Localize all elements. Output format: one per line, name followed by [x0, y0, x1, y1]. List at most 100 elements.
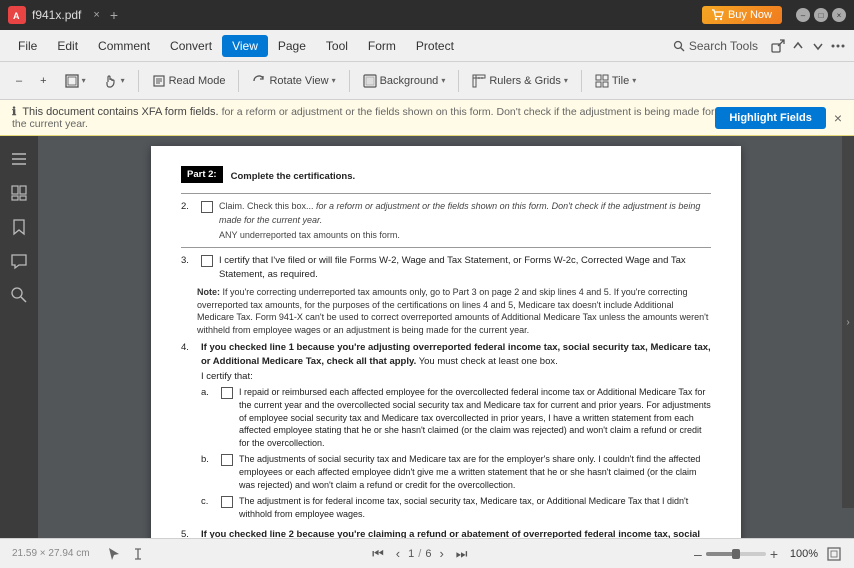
add-tab-button[interactable]: +: [110, 7, 118, 23]
item-3-num: 3.: [181, 254, 195, 267]
highlight-fields-button[interactable]: Highlight Fields: [715, 107, 826, 129]
pdf-page: Part 2: Complete the certifications. 2. …: [151, 146, 741, 538]
menu-bar: File Edit Comment Convert View Page Tool…: [0, 30, 854, 62]
menu-comment[interactable]: Comment: [88, 35, 160, 57]
rotate-view-button[interactable]: Rotate View ▾: [244, 69, 343, 93]
menu-convert[interactable]: Convert: [160, 35, 222, 57]
bottom-bar: 21.59 × 27.94 cm ⏮ ‹ 1 / 6 › ⏭ – + 100%: [0, 538, 854, 568]
item-2-content: Claim. Check this box... for a reform or…: [219, 200, 711, 241]
sidebar-icon-nav[interactable]: [4, 144, 34, 174]
menu-protect[interactable]: Protect: [406, 35, 464, 57]
last-page-button[interactable]: ⏭: [452, 544, 472, 564]
item-3-row: 3. I certify that I've filed or will fil…: [181, 254, 711, 281]
app-logo: A: [8, 6, 26, 24]
document-area: Part 2: Complete the certifications. 2. …: [38, 136, 854, 538]
toolbar: – + ▾ ▾ Read Mode Rotate View ▾ Backgrou…: [0, 62, 854, 100]
menu-view[interactable]: View: [222, 35, 268, 57]
menu-form[interactable]: Form: [358, 35, 406, 57]
zoom-in-button[interactable]: +: [32, 70, 54, 92]
right-collapse-handle[interactable]: ›: [842, 136, 854, 508]
pointer-tool-icon[interactable]: [106, 546, 122, 562]
toolbar-sep-5: [581, 70, 582, 92]
fit-page-button[interactable]: ▾: [57, 69, 94, 93]
close-window-button[interactable]: ×: [832, 8, 846, 22]
toolbar-sep-4: [458, 70, 459, 92]
maximize-button[interactable]: □: [814, 8, 828, 22]
item-5-num: 5.: [181, 528, 195, 538]
item-2-row: 2. Claim. Check this box... for a reform…: [181, 200, 711, 241]
search-tools-button[interactable]: Search Tools: [665, 35, 766, 57]
checkbox-4c[interactable]: [221, 496, 233, 508]
item-4a-text: I repaid or reimbursed each affected emp…: [239, 386, 711, 449]
part2-header-row: Part 2: Complete the certifications.: [181, 166, 711, 187]
background-button[interactable]: Background ▾: [355, 69, 454, 93]
item-4-content: If you checked line 1 because you're adj…: [201, 341, 711, 524]
text-tool-icon[interactable]: [130, 546, 146, 562]
menu-tool[interactable]: Tool: [316, 35, 358, 57]
zoom-slider-thumb[interactable]: [732, 549, 740, 559]
hand-tool-button[interactable]: ▾: [96, 69, 133, 93]
checkbox-4b[interactable]: [221, 454, 233, 466]
menu-edit[interactable]: Edit: [47, 35, 88, 57]
toolbar-sep-3: [349, 70, 350, 92]
rulers-icon: [472, 74, 486, 88]
tile-icon: [595, 74, 609, 88]
sidebar-icon-thumbnail[interactable]: [4, 178, 34, 208]
page-container[interactable]: Part 2: Complete the certifications. 2. …: [38, 136, 854, 538]
down-arrow-icon: [810, 38, 826, 54]
fit-page-icon: [65, 74, 79, 88]
checkbox-3[interactable]: [201, 255, 213, 267]
part2-title: Complete the certifications.: [231, 170, 356, 183]
title-bar-right: Buy Now – □ ×: [702, 6, 846, 24]
svg-text:A: A: [13, 11, 20, 21]
rulers-grids-button[interactable]: Rulers & Grids ▾: [464, 69, 576, 93]
zoom-level: 100%: [782, 548, 818, 560]
notification-bar: ℹ This document contains XFA form fields…: [0, 100, 854, 136]
fit-window-icon[interactable]: [826, 546, 842, 562]
item-2-num: 2.: [181, 200, 195, 213]
item-4b-text: The adjustments of social security tax a…: [239, 453, 711, 491]
notification-close-button[interactable]: ×: [834, 110, 842, 126]
divider-1: [181, 193, 711, 194]
main-area: Part 2: Complete the certifications. 2. …: [0, 136, 854, 538]
item-5-row: 5. If you checked line 2 because you're …: [181, 528, 711, 538]
sidebar-icon-comment[interactable]: [4, 246, 34, 276]
checkbox-2[interactable]: [201, 201, 213, 213]
zoom-controls: – + 100%: [694, 546, 842, 562]
buy-now-button[interactable]: Buy Now: [702, 6, 782, 24]
filename: f941x.pdf: [32, 8, 81, 22]
left-sidebar: [0, 136, 38, 538]
cart-icon: [712, 9, 724, 21]
external-link-icon: [770, 38, 786, 54]
prev-page-button[interactable]: ‹: [392, 544, 404, 563]
sidebar-icon-bookmark[interactable]: [4, 212, 34, 242]
first-page-button[interactable]: ⏮: [368, 544, 388, 564]
minimize-button[interactable]: –: [796, 8, 810, 22]
zoom-out-button[interactable]: –: [8, 70, 30, 92]
rotate-icon: [252, 74, 266, 88]
tile-button[interactable]: Tile ▾: [587, 69, 644, 93]
menu-file[interactable]: File: [8, 35, 47, 57]
item-4-num: 4.: [181, 341, 195, 354]
read-mode-icon: [152, 74, 166, 88]
toolbar-sep-2: [238, 70, 239, 92]
item-4b-row: b. The adjustments of social security ta…: [201, 453, 711, 491]
window-controls: – □ ×: [796, 8, 846, 22]
close-tab-button[interactable]: ×: [93, 9, 99, 21]
more-options-icon[interactable]: [830, 38, 846, 54]
background-icon: [363, 74, 377, 88]
zoom-slider[interactable]: [706, 552, 766, 556]
total-pages: 6: [425, 548, 431, 560]
up-arrow-icon: [790, 38, 806, 54]
checkbox-4a[interactable]: [221, 387, 233, 399]
note-block: Note: If you're correcting underreported…: [197, 286, 711, 336]
notification-text-area: ℹ This document contains XFA form fields…: [12, 105, 715, 130]
zoom-out-button[interactable]: –: [694, 546, 702, 562]
read-mode-button[interactable]: Read Mode: [144, 69, 234, 93]
note-text: If you're correcting underreported tax a…: [197, 287, 708, 335]
menu-page[interactable]: Page: [268, 35, 316, 57]
next-page-button[interactable]: ›: [435, 544, 447, 563]
sidebar-icon-search[interactable]: [4, 280, 34, 310]
zoom-in-button[interactable]: +: [770, 546, 778, 562]
page-input[interactable]: 1: [408, 548, 414, 560]
